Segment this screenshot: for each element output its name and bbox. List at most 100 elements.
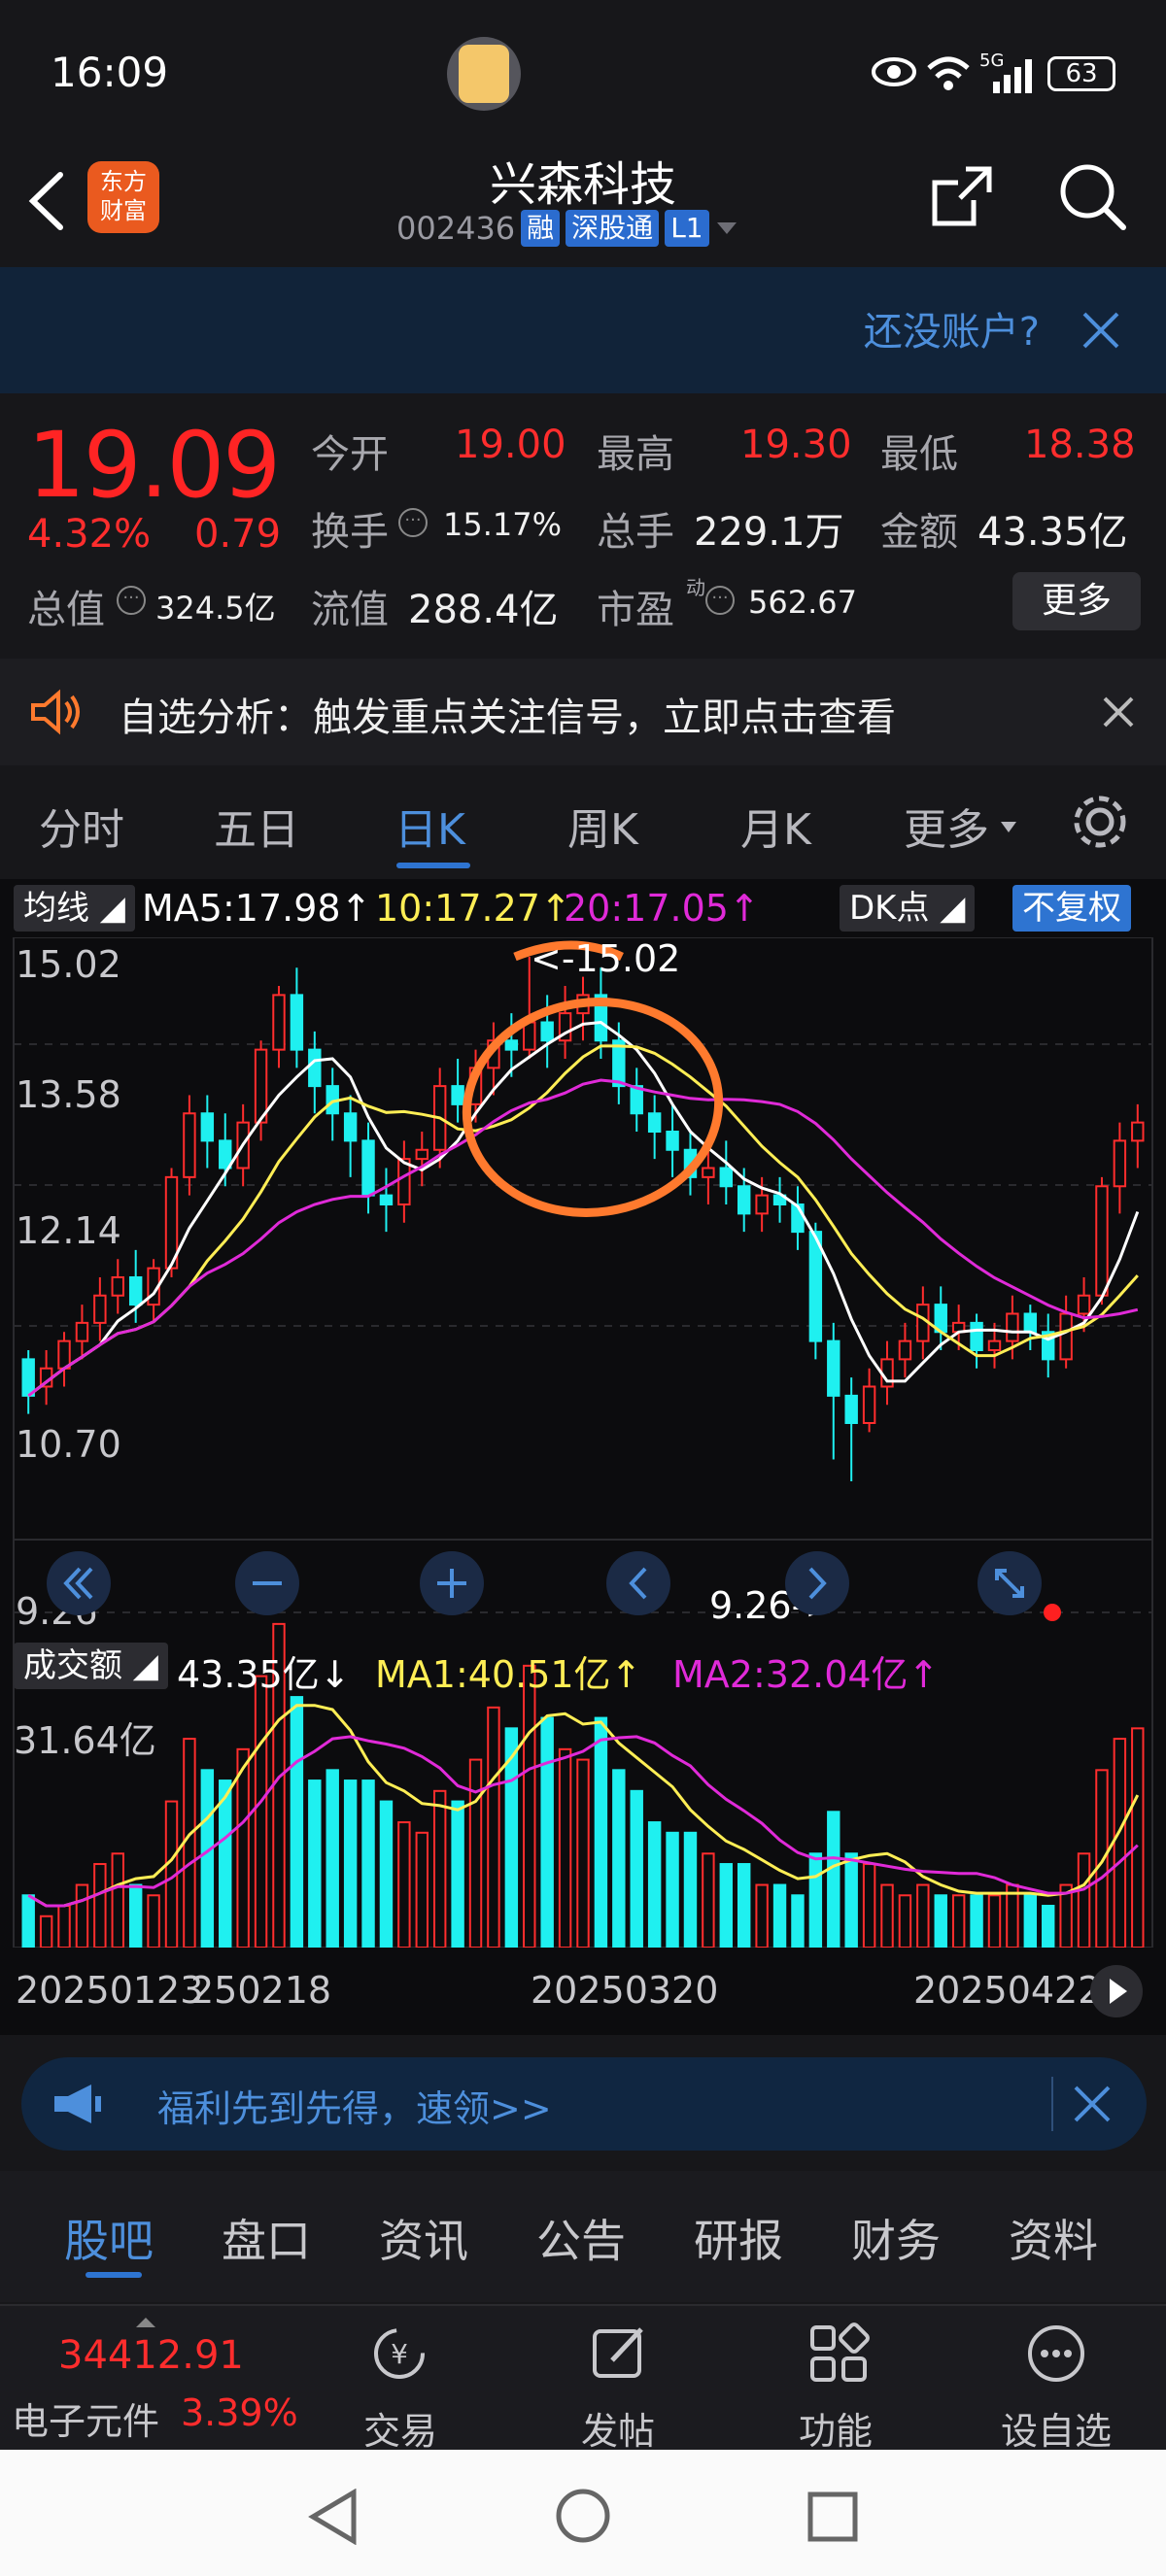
candle-body[interactable] — [1006, 1312, 1019, 1342]
candle-body[interactable] — [737, 1185, 751, 1215]
indicator-chip[interactable]: 均线 ◢ — [14, 885, 135, 932]
candle-body[interactable] — [397, 1158, 411, 1205]
tab-news[interactable]: 资讯 — [379, 2206, 468, 2270]
candle-body[interactable] — [702, 1167, 715, 1178]
volume-bar[interactable] — [361, 1779, 375, 1948]
volume-bar[interactable] — [951, 1894, 966, 1948]
candle-body[interactable] — [111, 1276, 124, 1297]
candle-body[interactable] — [75, 1321, 89, 1342]
info-icon[interactable]: ··· — [705, 586, 735, 615]
volume-bar[interactable] — [808, 1852, 823, 1948]
volume-bar[interactable] — [666, 1831, 679, 1948]
open-account-banner[interactable]: 还没账户? — [0, 267, 1166, 393]
candle-body[interactable] — [308, 1048, 322, 1088]
volume-bar[interactable] — [451, 1800, 464, 1948]
volume-bar[interactable] — [1077, 1852, 1091, 1948]
volume-bar[interactable] — [719, 1863, 734, 1948]
candle-body[interactable] — [21, 1358, 35, 1397]
volume-bar[interactable] — [827, 1811, 840, 1948]
candle-body[interactable] — [361, 1139, 375, 1197]
volume-bar[interactable] — [880, 1883, 894, 1948]
tab-research[interactable]: 研报 — [694, 2206, 783, 2270]
volume-bar[interactable] — [147, 1894, 160, 1948]
volume-bar[interactable] — [308, 1779, 322, 1948]
volume-bar[interactable] — [1023, 1894, 1038, 1948]
candle-body[interactable] — [523, 1021, 536, 1051]
volume-bar[interactable] — [737, 1863, 751, 1948]
close-icon[interactable] — [1073, 2085, 1112, 2123]
volume-bar[interactable] — [397, 1821, 411, 1948]
tab-five-day[interactable]: 五日 — [214, 795, 299, 857]
tab-finance[interactable]: 财务 — [851, 2206, 941, 2270]
tab-pankou[interactable]: 盘口 — [222, 2206, 311, 2270]
volume-bar[interactable] — [128, 1883, 143, 1948]
scroll-left-icon[interactable] — [604, 1549, 672, 1617]
candle-body[interactable] — [1077, 1294, 1091, 1315]
adjust-chip[interactable]: 不复权 — [1012, 885, 1131, 932]
trade-label[interactable]: 交易 — [363, 2401, 437, 2455]
tab-weekly-k[interactable]: 周K — [567, 795, 638, 857]
nav-home-icon[interactable] — [554, 2487, 612, 2545]
close-icon[interactable] — [1080, 310, 1121, 351]
volume-bar[interactable] — [21, 1894, 35, 1948]
candle-body[interactable] — [540, 1021, 554, 1042]
candle-body[interactable] — [862, 1385, 876, 1424]
volume-bar[interactable] — [432, 1789, 447, 1948]
nav-back-icon[interactable] — [307, 2489, 361, 2545]
candle-body[interactable] — [970, 1321, 983, 1351]
candle-body[interactable] — [647, 1112, 662, 1133]
kline-svg[interactable] — [0, 937, 1166, 1948]
candle-body[interactable] — [666, 1131, 679, 1151]
volume-bar[interactable] — [1095, 1769, 1109, 1948]
open-account-text[interactable]: 还没账户? — [864, 300, 1040, 356]
candle-body[interactable] — [898, 1339, 912, 1361]
functions-label[interactable]: 功能 — [799, 2401, 873, 2455]
candle-body[interactable] — [451, 1085, 464, 1105]
tab-guba[interactable]: 股吧 — [64, 2206, 154, 2270]
volume-bar[interactable] — [468, 1758, 483, 1948]
candle-body[interactable] — [219, 1139, 232, 1169]
volume-bar[interactable] — [254, 1675, 268, 1948]
trade-icon[interactable]: ¥ — [367, 2322, 431, 2386]
promo-banner[interactable]: 福利先到先得，速领>> — [21, 2057, 1147, 2151]
candle-body[interactable] — [93, 1294, 107, 1324]
candle-body[interactable] — [128, 1276, 143, 1306]
candle-body[interactable] — [272, 994, 286, 1051]
volume-bar[interactable] — [93, 1863, 107, 1948]
volume-bar[interactable] — [1131, 1727, 1145, 1948]
dk-chip[interactable]: DK点 ◢ — [840, 885, 976, 932]
close-icon[interactable] — [1102, 695, 1135, 729]
volume-indicator-chip[interactable]: 成交额 ◢ — [14, 1643, 168, 1689]
analysis-bar[interactable]: 自选分析：触发重点关注信号，立即点击查看 — [0, 659, 1166, 765]
gear-icon[interactable] — [1069, 791, 1131, 853]
volume-bar[interactable] — [415, 1831, 429, 1948]
volume-bar[interactable] — [612, 1769, 626, 1948]
volume-bar[interactable] — [326, 1769, 339, 1948]
analysis-text[interactable]: 自选分析：触发重点关注信号，立即点击查看 — [119, 686, 896, 742]
scroll-end-icon[interactable] — [1088, 1963, 1145, 2019]
volume-bar[interactable] — [343, 1779, 358, 1948]
zoom-out-icon[interactable] — [233, 1549, 301, 1617]
candle-body[interactable] — [343, 1112, 358, 1142]
volume-bar[interactable] — [862, 1863, 876, 1948]
volume-bar[interactable] — [970, 1894, 983, 1948]
scroll-left-fast-icon[interactable] — [45, 1549, 113, 1617]
kline-chart-area[interactable]: 均线 ◢ MA5:17.98↑ 10:17.27↑ 20:17.05↑ DK点 … — [0, 879, 1166, 2035]
volume-bar[interactable] — [183, 1738, 196, 1948]
volume-bar[interactable] — [540, 1716, 554, 1948]
tab-announcements[interactable]: 公告 — [536, 2206, 626, 2270]
candle-body[interactable] — [504, 1039, 519, 1051]
nav-recents-icon[interactable] — [806, 2491, 859, 2543]
candle-body[interactable] — [1095, 1185, 1109, 1297]
fullscreen-icon[interactable] — [976, 1549, 1044, 1617]
tab-more[interactable]: 更多 — [904, 795, 989, 857]
volume-bar[interactable] — [630, 1789, 643, 1948]
volume-bar[interactable] — [683, 1831, 698, 1948]
volume-bar[interactable] — [111, 1852, 124, 1948]
candle-body[interactable] — [844, 1394, 858, 1424]
volume-bar[interactable] — [594, 1716, 608, 1948]
candle-body[interactable] — [290, 994, 304, 1051]
volume-bar[interactable] — [916, 1883, 930, 1948]
volume-bar[interactable] — [987, 1894, 1002, 1948]
search-icon[interactable] — [1055, 159, 1129, 233]
